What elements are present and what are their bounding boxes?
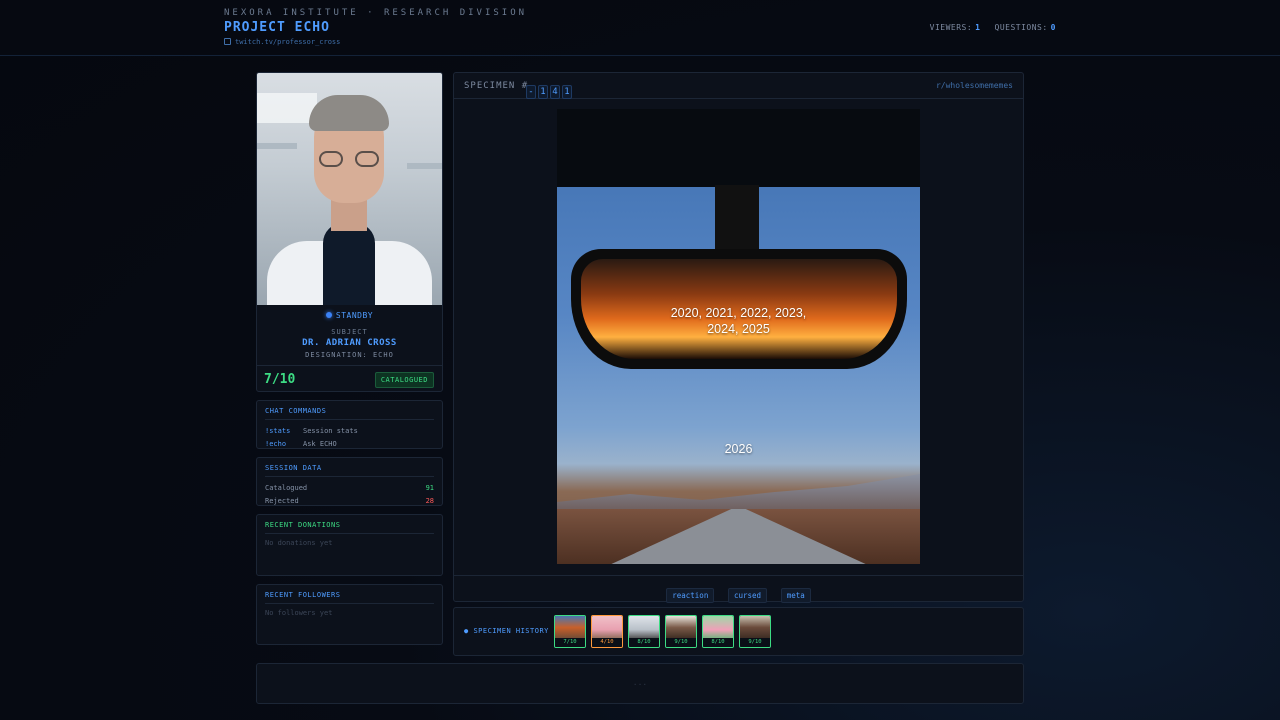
recent-followers-title: RECENT FOLLOWERS	[265, 591, 434, 604]
top-bar: NEXORA INSTITUTE · RESEARCH DIVISION PRO…	[0, 0, 1280, 56]
history-thumbnail[interactable]: 7/10	[554, 615, 586, 648]
tag-chip[interactable]: cursed	[727, 588, 768, 603]
viewers-count: 1	[975, 23, 981, 32]
meme-caption-future: 2026	[724, 442, 753, 456]
session-row: Catalogued 91	[265, 482, 434, 495]
history-thumbnail[interactable]: 9/10	[665, 615, 697, 648]
meme-image: 2020, 2021, 2022, 2023, 2024, 2025 2026	[557, 109, 920, 564]
history-thumbnail[interactable]: 9/10	[739, 615, 771, 648]
specimen-digit: -	[526, 85, 536, 99]
specimen-tags: reaction cursed meta	[454, 575, 1023, 603]
viewers-label: VIEWERS:	[929, 23, 973, 32]
command-name: !echo	[265, 440, 287, 448]
org-name: NEXORA INSTITUTE · RESEARCH DIVISION	[224, 8, 528, 18]
chat-commands-title: CHAT COMMANDS	[265, 407, 434, 420]
meme-mountains	[557, 474, 920, 514]
glasses	[319, 151, 379, 167]
specimen-history-panel: ● SPECIMEN HISTORY 7/10 4/10 8/10 9/10 8…	[453, 607, 1024, 656]
catalogued-count: 91	[425, 484, 434, 492]
message-bar[interactable]: ...	[256, 663, 1024, 704]
status-indicator: STANDBY	[257, 311, 442, 320]
thumbnail-image	[555, 616, 585, 639]
catalogued-badge: CATALOGUED	[374, 372, 434, 388]
rejected-count: 28	[425, 497, 434, 505]
turtleneck	[323, 223, 375, 305]
thumbnail-score: 8/10	[629, 638, 659, 647]
command-name: !stats	[265, 427, 291, 435]
lab-light	[257, 93, 317, 123]
current-score: 7/10	[264, 372, 296, 387]
thumbnail-image	[592, 616, 622, 639]
catalogued-label: Catalogued	[265, 484, 308, 492]
thumbnail-score: 8/10	[703, 638, 733, 647]
history-thumbnail[interactable]: 4/10	[591, 615, 623, 648]
specimen-panel: SPECIMEN # -141 r/wholesomememes 2020, 2…	[453, 72, 1024, 603]
specimen-digit: 4	[550, 85, 560, 99]
meme-caption-past: 2020, 2021, 2022, 2023, 2024, 2025	[557, 305, 920, 337]
hair	[309, 95, 389, 131]
specimen-label: SPECIMEN #	[464, 81, 529, 91]
subject-name: DR. ADRIAN CROSS	[302, 338, 397, 348]
thumbnail-image	[629, 616, 659, 639]
thumbnail-image	[666, 616, 696, 639]
twitch-link[interactable]: twitch.tv/professor_cross	[224, 38, 340, 46]
project-title: PROJECT ECHO	[224, 20, 330, 35]
tag-chip[interactable]: reaction	[666, 588, 715, 603]
status-dot-icon	[325, 312, 332, 318]
score-row: 7/10 CATALOGUED	[257, 365, 442, 391]
recent-donations-title: RECENT DONATIONS	[265, 521, 434, 534]
rejected-label: Rejected	[265, 497, 299, 505]
subject-designation: DESIGNATION: ECHO	[305, 351, 394, 359]
session-data-panel: SESSION DATA Catalogued 91 Rejected 28	[256, 457, 443, 506]
recent-donations-panel: RECENT DONATIONS No donations yet	[256, 514, 443, 576]
mirror-mount	[715, 185, 759, 255]
questions-count: 0	[1050, 23, 1056, 32]
lab-shelf	[257, 143, 297, 149]
command-desc: Ask ECHO	[303, 440, 337, 448]
specimen-number: -141	[526, 79, 574, 99]
session-data-title: SESSION DATA	[265, 464, 434, 477]
command-row: !stats Session stats	[265, 425, 434, 438]
tag-chip[interactable]: meta	[780, 588, 811, 603]
twitch-icon	[224, 38, 231, 45]
thumbnail-score: 9/10	[666, 638, 696, 647]
subject-profile-card: STANDBY SUBJECT DR. ADRIAN CROSS DESIGNA…	[256, 72, 443, 392]
stream-stats: VIEWERS: 1 QUESTIONS: 0	[930, 23, 1056, 32]
twitch-url[interactable]: twitch.tv/professor_cross	[235, 38, 340, 46]
meme-caption-line: 2024, 2025	[707, 322, 770, 336]
specimen-header: SPECIMEN # -141 r/wholesomememes	[454, 73, 1023, 99]
recent-followers-panel: RECENT FOLLOWERS No followers yet	[256, 584, 443, 645]
donations-empty-text: No donations yet	[265, 539, 333, 547]
message-placeholder: ...	[632, 678, 648, 687]
followers-empty-text: No followers yet	[265, 609, 333, 617]
session-row: Rejected 28	[265, 495, 434, 508]
thumbnail-score: 7/10	[555, 638, 585, 647]
specimen-history-title: SPECIMEN HISTORY	[473, 627, 549, 635]
specimen-digit: 1	[562, 85, 572, 99]
thumbnail-image	[703, 616, 733, 639]
subject-photo	[257, 73, 442, 305]
meme-caption-line: 2020, 2021, 2022, 2023,	[670, 306, 807, 320]
specimen-digit: 1	[538, 85, 548, 99]
thumbnail-score: 4/10	[592, 638, 622, 647]
command-row: !echo Ask ECHO	[265, 438, 434, 451]
thumbnail-image	[740, 616, 770, 639]
questions-label: QUESTIONS:	[994, 23, 1048, 32]
lab-shelf	[407, 163, 442, 169]
history-thumbnail[interactable]: 8/10	[628, 615, 660, 648]
history-thumbnail[interactable]: 8/10	[702, 615, 734, 648]
chat-commands-panel: CHAT COMMANDS !stats Session stats !echo A…	[256, 400, 443, 449]
status-text: STANDBY	[335, 311, 374, 320]
subreddit-link[interactable]: r/wholesomememes	[936, 81, 1013, 90]
thumbnail-score: 9/10	[740, 638, 770, 647]
meme-dark-band	[557, 109, 920, 187]
subject-label: SUBJECT	[331, 328, 368, 336]
specimen-history-label: ● SPECIMEN HISTORY	[464, 627, 549, 635]
command-desc: Session stats	[303, 427, 358, 435]
